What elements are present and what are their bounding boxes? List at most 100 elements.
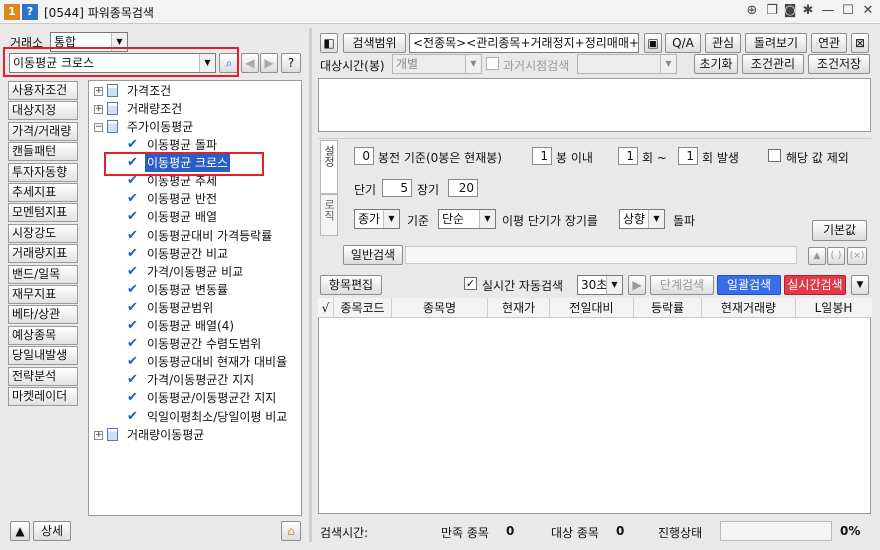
prev-button[interactable]: ◀ [241,53,259,73]
past-date-select[interactable]: ▼ [577,54,677,74]
normal-search-tab[interactable]: 일반검색 [343,245,403,265]
column-change-rate[interactable]: 등락률 [634,298,702,318]
help-button[interactable]: ? [281,53,301,73]
expand-icon[interactable]: + [94,431,103,440]
maximize-icon[interactable]: ☐ [840,3,856,19]
category-button[interactable]: 가격/거래량 [8,121,78,141]
move-up-button[interactable]: ▲ [808,247,826,265]
tree-item[interactable]: 이동평균범위 [147,299,213,317]
options-button[interactable]: ▼ [851,275,869,295]
remove-bracket-button[interactable]: (×) [847,247,867,265]
minimize-icon[interactable]: — [820,3,836,19]
long-period-input[interactable]: 20 [448,179,478,197]
close-icon[interactable]: ✕ [860,3,876,19]
interval-select[interactable]: 30초 ▼ [577,275,623,295]
step-search-button[interactable]: 단계검색 [650,275,714,295]
category-button[interactable]: 예상종목 [8,325,78,345]
interest-button[interactable]: 관심 [705,33,741,53]
edit-columns-button[interactable]: 항목편집 [320,275,382,295]
screen-number-icon[interactable]: 1 [4,4,20,20]
short-period-input[interactable]: 5 [382,179,412,197]
category-button[interactable]: 밴드/일목 [8,264,78,284]
detail-button[interactable]: 상세 [33,521,71,541]
search-range-field[interactable]: <전종목><관리종목+거래정지+정리매매+ET [409,33,639,53]
realtime-auto-checkbox[interactable]: ✓ [464,277,477,290]
formula-area[interactable] [318,78,871,132]
category-button[interactable]: 마켓레이더 [8,387,78,406]
min-count-input[interactable]: 1 [618,147,638,165]
price-type-select[interactable]: 종가 ▼ [354,209,400,229]
category-button[interactable]: 대상지정 [8,101,78,121]
column-volume[interactable]: 현재거래량 [702,298,796,318]
camera-icon[interactable]: ◙ [782,3,798,19]
column-check[interactable]: √ [318,298,334,318]
expand-icon[interactable]: + [94,105,103,114]
category-button[interactable]: 사용자조건 [8,81,78,100]
tree-group-volume-ma[interactable]: 거래량이동평균 [127,426,204,444]
reset-button[interactable]: 초기화 [694,54,738,74]
category-button[interactable]: 당일내발생 [8,346,78,366]
tab-logic[interactable]: 로직 [320,194,338,236]
category-button[interactable]: 전략분석 [8,366,78,386]
panel-toggle-button[interactable]: ◧ [320,33,338,53]
batch-search-button[interactable]: 일괄검색 [717,275,781,295]
link-button[interactable]: 연관 [811,33,847,53]
tree-item[interactable]: 이동평균 배열 [147,208,217,226]
default-button[interactable]: 기본값 [812,220,867,241]
bracket-button[interactable]: ( ) [827,247,845,265]
up-button[interactable]: ▲ [10,521,30,541]
category-button[interactable]: 모멘텀지표 [8,203,78,223]
category-button[interactable]: 베타/상관 [8,305,78,325]
collapse-icon[interactable]: − [94,123,103,132]
within-bars-input[interactable]: 1 [532,147,552,165]
category-button[interactable]: 캔들패턴 [8,142,78,162]
realtime-search-button[interactable]: 실시간검색 [784,275,846,295]
tree-group-ma[interactable]: 주가이동평균 [127,118,193,136]
next-button[interactable]: ▶ [260,53,278,73]
target-time-select[interactable]: 개별 ▼ [392,54,482,74]
qa-button[interactable]: Q/A [665,33,701,53]
column-price[interactable]: 현재가 [488,298,550,318]
tree-item[interactable]: 이동평균 변동률 [147,281,228,299]
category-button[interactable]: 투자자동향 [8,162,78,182]
tree-item[interactable]: 이동평균/이동평균간 지지 [147,389,276,407]
category-button[interactable]: 시장강도 [8,223,78,243]
tree-item[interactable]: 이동평균대비 가격등락률 [147,227,272,245]
column-daily-bar[interactable]: L일봉H [796,298,871,318]
help-icon[interactable]: ? [22,4,38,20]
tree-item[interactable]: 이동평균간 수렴도범위 [147,335,261,353]
play-button[interactable]: ▶ [628,275,646,295]
copy-window-icon[interactable]: ❐ [764,3,780,19]
tree-item[interactable]: 이동평균 배열(4) [147,317,234,335]
tree-item[interactable]: 이동평균간 비교 [147,245,228,263]
lock-button[interactable]: ▣ [644,33,662,53]
condition-manage-button[interactable]: 조건관리 [742,54,804,74]
search-range-button[interactable]: 검색범위 [343,33,406,53]
tree-item[interactable]: 익일이평최소/당일이평 비교 [147,408,287,426]
vertical-splitter[interactable] [309,28,312,542]
folder-open-button[interactable]: ⌂ [281,521,301,541]
tree-item[interactable]: 이동평균 반전 [147,190,217,208]
tree-item[interactable]: 가격/이동평균 비교 [147,263,243,281]
tree-item[interactable]: 이동평균대비 현재가 대비율 [147,353,287,371]
category-button[interactable]: 거래량지표 [8,244,78,264]
category-button[interactable]: 추세지표 [8,183,78,202]
tab-setting[interactable]: 설정 [320,140,338,194]
close-panel-button[interactable]: ⊠ [851,33,869,53]
column-change[interactable]: 전일대비 [550,298,634,318]
tree-group-volume[interactable]: 거래량조건 [127,100,182,118]
condition-save-button[interactable]: 조건저장 [808,54,870,74]
results-table[interactable] [318,298,871,514]
ma-type-select[interactable]: 단순 ▼ [438,209,496,229]
pin-icon[interactable]: ⊕ [744,3,760,19]
past-search-checkbox[interactable] [486,57,499,70]
review-button[interactable]: 돌려보기 [745,33,807,53]
category-button[interactable]: 재무지표 [8,285,78,304]
offset-bar-input[interactable]: 0 [354,147,374,165]
gear-icon[interactable]: ✱ [800,3,816,19]
expand-icon[interactable]: + [94,87,103,96]
column-name[interactable]: 종목명 [392,298,488,318]
exclude-checkbox[interactable] [768,149,781,162]
max-count-input[interactable]: 1 [678,147,698,165]
column-code[interactable]: 종목코드 [334,298,392,318]
